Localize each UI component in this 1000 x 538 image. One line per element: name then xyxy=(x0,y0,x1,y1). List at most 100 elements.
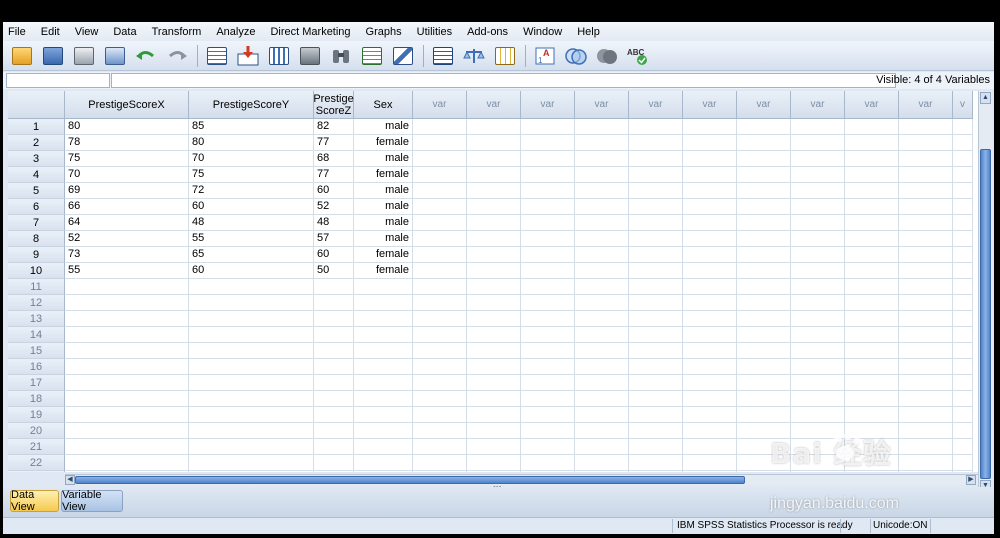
table-cell[interactable] xyxy=(791,279,845,295)
table-cell[interactable] xyxy=(354,279,413,295)
table-cell[interactable] xyxy=(629,423,683,439)
recall-dialog-icon[interactable] xyxy=(101,43,128,68)
table-cell[interactable]: 48 xyxy=(314,215,354,231)
table-cell[interactable] xyxy=(845,343,899,359)
table-cell[interactable]: 60 xyxy=(314,183,354,199)
table-cell[interactable] xyxy=(899,407,953,423)
table-cell[interactable] xyxy=(65,359,189,375)
split-file-icon[interactable] xyxy=(429,43,456,68)
menu-add-ons[interactable]: Add-ons xyxy=(467,26,508,38)
row-header[interactable]: 23 xyxy=(8,471,65,472)
table-cell[interactable]: 60 xyxy=(189,263,314,279)
table-cell[interactable] xyxy=(467,359,521,375)
scroll-left-icon[interactable]: ◀ xyxy=(65,475,75,485)
table-cell[interactable] xyxy=(413,167,467,183)
table-cell[interactable] xyxy=(467,199,521,215)
table-cell[interactable] xyxy=(521,407,575,423)
table-cell[interactable]: male xyxy=(354,151,413,167)
table-cell[interactable] xyxy=(413,359,467,375)
table-cell[interactable] xyxy=(575,183,629,199)
table-cell[interactable] xyxy=(899,247,953,263)
table-cell[interactable] xyxy=(791,167,845,183)
table-cell[interactable] xyxy=(65,423,189,439)
table-cell[interactable] xyxy=(413,295,467,311)
table-cell[interactable] xyxy=(467,183,521,199)
table-cell[interactable] xyxy=(575,311,629,327)
column-header-sex[interactable]: Sex xyxy=(354,91,413,119)
table-cell[interactable] xyxy=(521,167,575,183)
table-cell[interactable] xyxy=(899,167,953,183)
table-cell[interactable] xyxy=(413,455,467,471)
table-cell[interactable] xyxy=(575,263,629,279)
column-header-var[interactable]: var xyxy=(737,91,791,119)
table-cell[interactable] xyxy=(953,119,973,135)
table-cell[interactable]: 75 xyxy=(65,151,189,167)
row-header[interactable]: 3 xyxy=(8,151,65,167)
table-cell[interactable] xyxy=(737,391,791,407)
table-cell[interactable] xyxy=(314,471,354,472)
table-cell[interactable] xyxy=(683,263,737,279)
table-cell[interactable] xyxy=(683,183,737,199)
table-cell[interactable] xyxy=(575,407,629,423)
table-cell[interactable] xyxy=(189,279,314,295)
menu-analyze[interactable]: Analyze xyxy=(216,26,255,38)
table-cell[interactable] xyxy=(683,215,737,231)
table-cell[interactable]: 52 xyxy=(314,199,354,215)
table-cell[interactable] xyxy=(899,231,953,247)
table-cell[interactable] xyxy=(683,247,737,263)
table-cell[interactable] xyxy=(629,119,683,135)
table-cell[interactable] xyxy=(467,327,521,343)
table-cell[interactable]: female xyxy=(354,247,413,263)
table-cell[interactable]: 77 xyxy=(314,167,354,183)
table-cell[interactable] xyxy=(953,471,973,472)
table-cell[interactable] xyxy=(575,119,629,135)
table-cell[interactable] xyxy=(953,439,973,455)
table-cell[interactable] xyxy=(791,311,845,327)
row-header[interactable]: 16 xyxy=(8,359,65,375)
table-cell[interactable] xyxy=(845,279,899,295)
table-cell[interactable] xyxy=(189,407,314,423)
column-header-var[interactable]: var xyxy=(791,91,845,119)
table-cell[interactable] xyxy=(899,151,953,167)
table-cell[interactable] xyxy=(953,199,973,215)
table-cell[interactable] xyxy=(737,375,791,391)
table-cell[interactable]: 64 xyxy=(65,215,189,231)
table-cell[interactable] xyxy=(629,199,683,215)
table-cell[interactable] xyxy=(953,231,973,247)
table-cell[interactable]: 73 xyxy=(65,247,189,263)
table-cell[interactable] xyxy=(791,295,845,311)
table-cell[interactable] xyxy=(899,263,953,279)
table-cell[interactable] xyxy=(953,407,973,423)
table-cell[interactable] xyxy=(467,119,521,135)
table-cell[interactable] xyxy=(791,407,845,423)
table-cell[interactable] xyxy=(189,471,314,472)
find-icon[interactable] xyxy=(327,43,354,68)
table-cell[interactable] xyxy=(575,391,629,407)
table-cell[interactable]: 85 xyxy=(189,119,314,135)
table-cell[interactable] xyxy=(899,439,953,455)
table-cell[interactable]: 65 xyxy=(189,247,314,263)
table-cell[interactable] xyxy=(737,407,791,423)
table-cell[interactable] xyxy=(189,327,314,343)
insert-variable-icon[interactable] xyxy=(389,43,416,68)
table-cell[interactable] xyxy=(683,423,737,439)
table-cell[interactable] xyxy=(791,343,845,359)
menu-graphs[interactable]: Graphs xyxy=(366,26,402,38)
table-cell[interactable] xyxy=(791,327,845,343)
table-cell[interactable] xyxy=(629,167,683,183)
menu-file[interactable]: File xyxy=(8,26,26,38)
table-cell[interactable]: 57 xyxy=(314,231,354,247)
table-cell[interactable] xyxy=(683,151,737,167)
table-cell[interactable]: 68 xyxy=(314,151,354,167)
table-cell[interactable] xyxy=(845,199,899,215)
table-cell[interactable] xyxy=(314,455,354,471)
table-cell[interactable]: 66 xyxy=(65,199,189,215)
spell-check-icon[interactable]: ABC xyxy=(624,43,651,68)
table-cell[interactable] xyxy=(683,359,737,375)
table-cell[interactable] xyxy=(845,247,899,263)
table-cell[interactable] xyxy=(521,327,575,343)
table-cell[interactable] xyxy=(575,279,629,295)
table-cell[interactable] xyxy=(467,295,521,311)
table-cell[interactable] xyxy=(737,231,791,247)
table-cell[interactable] xyxy=(189,375,314,391)
